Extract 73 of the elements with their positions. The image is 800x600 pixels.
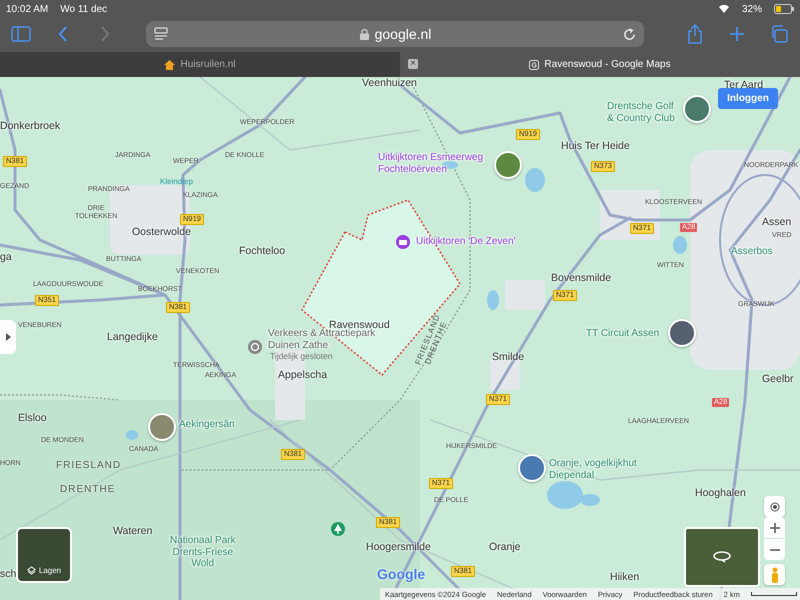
lock-icon: [360, 28, 369, 40]
status-note: Tijdelijk gesloten: [270, 352, 333, 362]
zoom-out-button[interactable]: [764, 539, 785, 560]
battery-percentage: 32%: [742, 4, 762, 14]
place-label: Elsloo: [18, 412, 47, 424]
place-label: Donkerbroek: [0, 120, 60, 132]
province-label: DRENTHE: [60, 484, 116, 496]
place-label: Appelscha: [278, 369, 328, 382]
place-label: Huis Ter Heide: [561, 140, 630, 152]
house-icon: [164, 60, 176, 70]
poi-label[interactable]: Drentsche Golf & Country Club: [607, 101, 675, 124]
wifi-icon: [718, 4, 730, 14]
status-date: Wo 11 dec: [60, 4, 108, 14]
place-label: Veenhuizen: [362, 77, 417, 90]
plus-icon: [729, 26, 745, 42]
place-label: sch: [0, 568, 16, 580]
place-label: Geelbr: [762, 373, 794, 386]
pegman-icon: [770, 566, 778, 582]
zoom-in-button[interactable]: [764, 517, 785, 538]
water-label: Kleindiep: [160, 177, 193, 186]
status-time: 10:02 AM: [6, 4, 48, 14]
attraction-pin-icon[interactable]: [248, 340, 262, 354]
poi-label[interactable]: Oranje, vogelkijkhut Diependal: [549, 458, 637, 481]
province-label: FRIESLAND: [56, 460, 122, 472]
poi-label[interactable]: Nationaal Park Drents-Friese Wold: [170, 535, 236, 570]
layers-icon: [26, 566, 36, 575]
rotate-icon: [712, 551, 732, 563]
place-label: Hiiken: [610, 571, 640, 584]
my-location-icon: [768, 500, 780, 512]
lake: [673, 236, 687, 254]
share-icon: [687, 24, 703, 44]
google-logo: Google: [377, 566, 426, 582]
browser-tab[interactable]: Huisruilen.nl: [0, 52, 400, 77]
tabs-icon: [770, 25, 788, 43]
battery-icon: [774, 4, 794, 14]
sidebar-icon: [11, 26, 31, 42]
poi-label[interactable]: Aekingersân: [179, 419, 235, 430]
reader-icon[interactable]: [154, 27, 168, 41]
place-label: Oosterwolde: [132, 226, 191, 238]
place-label: Bovensmilde: [551, 272, 612, 284]
poi-label[interactable]: Uitkijktoren Esmeerweg Fochteloërveen: [378, 152, 484, 175]
place-label: Langedijke: [107, 331, 158, 344]
url-text: google.nl: [374, 26, 432, 42]
street-view-thumbnail[interactable]: [684, 527, 760, 587]
chevron-left-icon: [58, 26, 68, 42]
chevron-right-icon: [100, 26, 110, 42]
scale-bar: [750, 592, 797, 596]
lake: [126, 430, 138, 440]
camera-pin-icon[interactable]: [396, 235, 410, 249]
login-button[interactable]: Inloggen: [718, 88, 778, 109]
lake: [525, 168, 545, 192]
my-location-button[interactable]: [764, 496, 785, 517]
place-label: Fochteloo: [239, 245, 286, 258]
triangle-right-icon: [6, 333, 10, 341]
place-label: Smilde: [492, 351, 524, 364]
letter-g-icon: [529, 60, 540, 70]
plus-icon: [770, 522, 780, 532]
place-label: Oranje: [489, 541, 521, 554]
reload-icon[interactable]: [623, 28, 636, 40]
place-label: ga: [0, 251, 12, 264]
poi-label[interactable]: TT Circuit Assen: [586, 328, 660, 340]
layers-button[interactable]: Lagen: [16, 527, 72, 583]
address-field[interactable]: google.nl: [146, 21, 644, 47]
lake: [487, 290, 499, 310]
place-label: Hoogersmilde: [366, 541, 431, 554]
close-tab-button[interactable]: ×: [408, 59, 418, 69]
place-label: Hooghalen: [695, 487, 746, 500]
tree-pin-icon[interactable]: [331, 522, 345, 538]
expand-panel-button[interactable]: [0, 320, 16, 354]
poi-label[interactable]: Asserbos: [731, 246, 773, 258]
place-label: Assen: [762, 216, 792, 228]
place-label: Wateren: [113, 525, 152, 538]
poi-label[interactable]: Uitkijktoren 'De Zeven': [416, 236, 516, 248]
